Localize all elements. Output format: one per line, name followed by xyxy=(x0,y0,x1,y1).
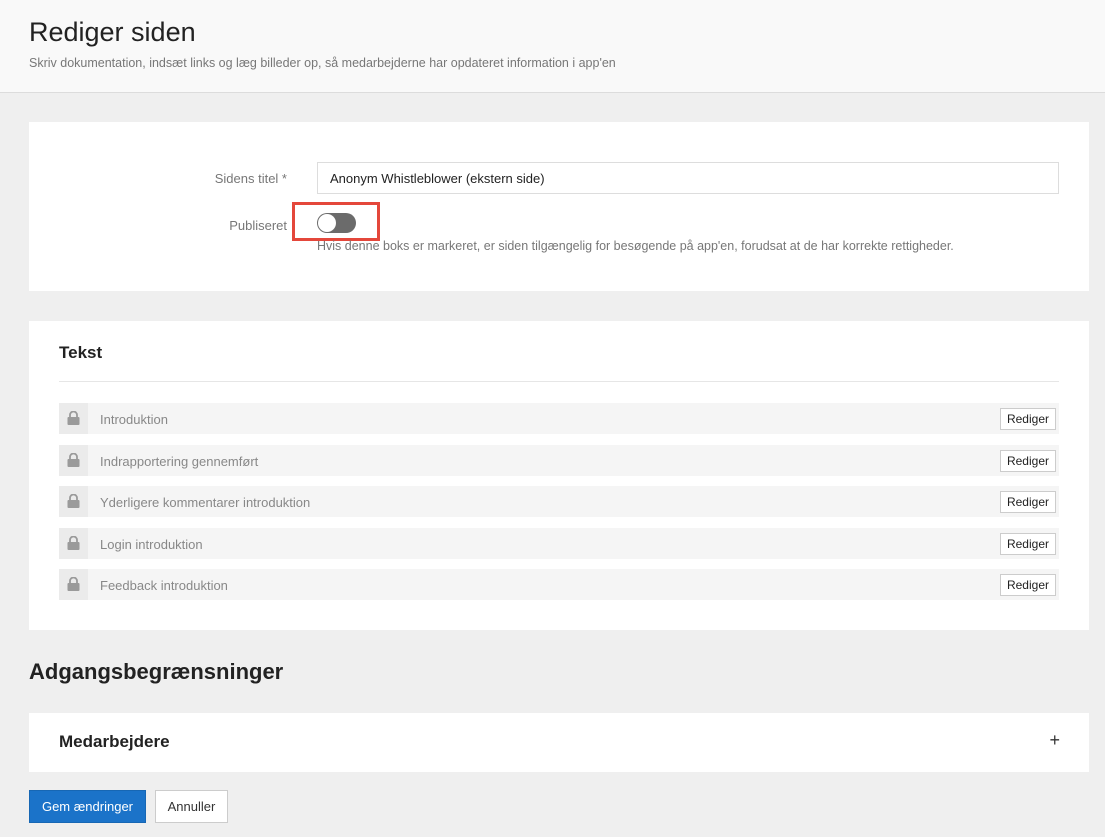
list-item-label: Yderligere kommentarer introduktion xyxy=(100,495,311,510)
employees-title: Medarbejdere xyxy=(59,732,170,751)
employees-card[interactable]: Medarbejdere + xyxy=(29,713,1089,772)
published-toggle[interactable] xyxy=(317,213,356,233)
edit-button[interactable]: Rediger xyxy=(999,491,1056,513)
toggle-knob xyxy=(318,214,336,232)
list-item-label: Feedback introduktion xyxy=(100,578,228,593)
access-restrictions-title: Adgangsbegrænsninger xyxy=(29,659,284,684)
lock-icon xyxy=(67,535,80,550)
list-item: Yderligere kommentarer introduktion Redi… xyxy=(59,486,1059,517)
lock-cell xyxy=(59,486,88,517)
lock-cell xyxy=(59,527,88,559)
edit-button[interactable]: Rediger xyxy=(999,449,1056,472)
cancel-button[interactable]: Annuller xyxy=(155,790,228,823)
list-item-label: Login introduktion xyxy=(100,536,203,552)
published-label: Publiseret xyxy=(229,218,287,233)
list-item-label: Indrapportering gennemført xyxy=(100,453,259,469)
title-label: Sidens titel * xyxy=(214,171,287,186)
lock-icon xyxy=(67,411,80,425)
page-header: Rediger siden Skriv dokumentation, indsæ… xyxy=(0,0,1105,93)
page-subtitle: Skriv dokumentation, indsæt links og læg… xyxy=(29,56,616,70)
section-divider xyxy=(59,381,1059,382)
page-settings-card: Sidens titel * Publiseret Hvis denne bok… xyxy=(29,122,1089,291)
lock-cell xyxy=(59,569,88,600)
text-section-title: Tekst xyxy=(59,343,103,362)
text-card: Tekst Introduktion Rediger Indrapporteri… xyxy=(29,321,1089,630)
page-title: Rediger siden xyxy=(29,17,196,47)
page-title-input[interactable] xyxy=(317,162,1059,194)
edit-button[interactable]: Rediger xyxy=(999,532,1056,555)
list-item: Login introduktion Rediger xyxy=(59,527,1059,559)
list-item: Indrapportering gennemført Rediger xyxy=(59,444,1059,476)
plus-icon[interactable]: + xyxy=(1049,730,1060,751)
lock-icon xyxy=(67,577,80,591)
text-list: Introduktion Rediger Indrapportering gen… xyxy=(59,403,1059,611)
save-button[interactable]: Gem ændringer xyxy=(29,790,146,823)
list-item: Feedback introduktion Rediger xyxy=(59,569,1059,600)
edit-button[interactable]: Rediger xyxy=(999,408,1056,430)
lock-icon xyxy=(67,494,80,508)
lock-cell xyxy=(59,403,88,434)
list-item-label: Introduktion xyxy=(100,412,168,427)
lock-icon xyxy=(67,452,80,467)
edit-button[interactable]: Rediger xyxy=(999,574,1056,596)
list-item: Introduktion Rediger xyxy=(59,403,1059,434)
published-help-text: Hvis denne boks er markeret, er siden ti… xyxy=(317,239,954,253)
lock-cell xyxy=(59,444,88,476)
